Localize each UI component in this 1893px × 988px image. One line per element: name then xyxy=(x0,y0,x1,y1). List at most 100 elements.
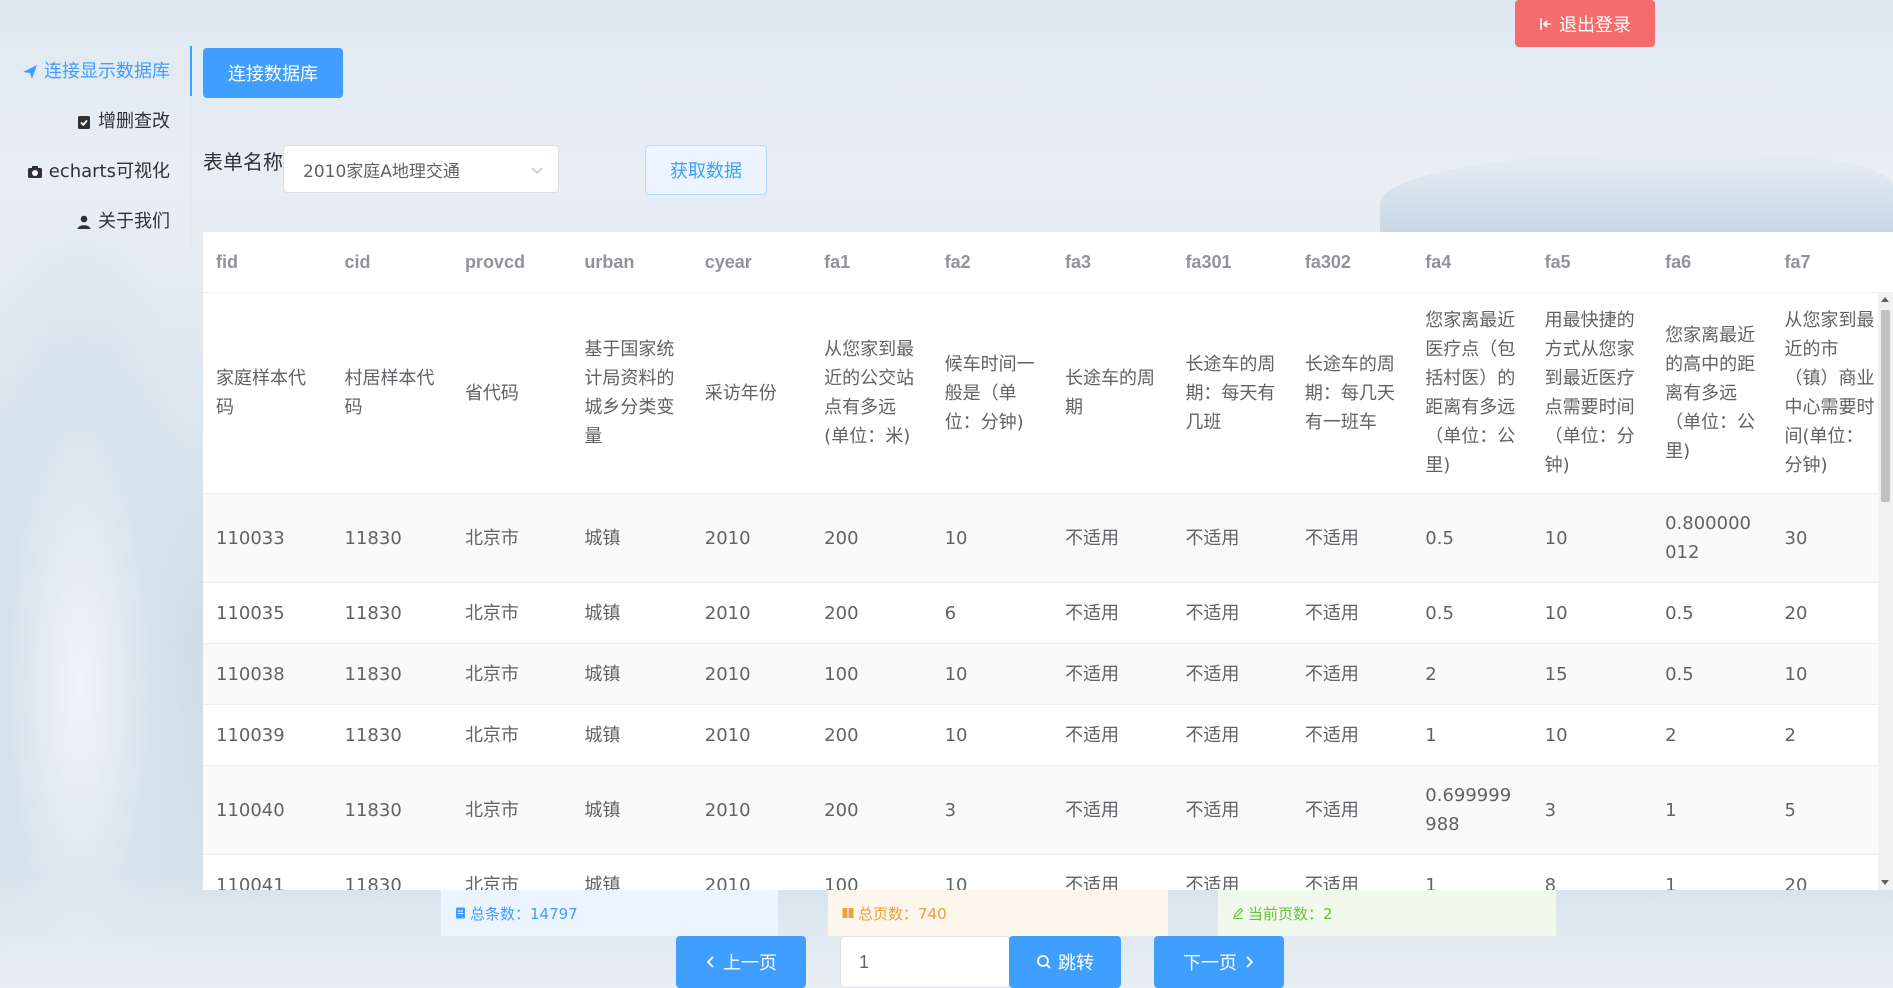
table-row[interactable]: 110038 11830 北京市 城镇 2010 100 10 不适用 不适用 … xyxy=(203,643,1893,705)
fetch-data-button[interactable]: 获取数据 xyxy=(645,145,767,195)
table-cell: 10 xyxy=(931,704,1053,766)
table-cell: 11830 xyxy=(331,704,452,766)
table-cell: 不适用 xyxy=(1052,582,1173,644)
column-header[interactable]: fa5 xyxy=(1531,232,1653,293)
jump-button[interactable]: 跳转 xyxy=(1009,936,1121,988)
book-icon xyxy=(842,908,854,918)
table-row[interactable]: 110035 11830 北京市 城镇 2010 200 6 不适用 不适用 不… xyxy=(203,582,1893,644)
table-select-value: 2010家庭A地理交通 xyxy=(303,161,460,182)
sidebar-item-label: 关于我们 xyxy=(98,211,170,232)
user-icon xyxy=(77,215,91,229)
scrollbar-thumb[interactable] xyxy=(1881,310,1890,502)
sidebar-item-label: echarts可视化 xyxy=(48,161,170,182)
column-header[interactable]: provcd xyxy=(451,232,572,293)
table-cell: 不适用 xyxy=(1052,493,1173,583)
table-cell: 10 xyxy=(1531,493,1653,583)
logout-label: 退出登录 xyxy=(1559,14,1631,36)
table-cell: 省代码 xyxy=(451,292,572,494)
table-row[interactable]: 110039 11830 北京市 城镇 2010 200 10 不适用 不适用 … xyxy=(203,704,1893,766)
connect-db-button[interactable]: 连接数据库 xyxy=(203,48,343,98)
column-header[interactable]: urban xyxy=(571,232,692,293)
column-header[interactable]: fa3 xyxy=(1052,232,1173,293)
column-header[interactable]: fid xyxy=(203,232,332,293)
table-row[interactable]: 110041 11830 北京市 城镇 2010 100 10 不适用 不适用 … xyxy=(203,854,1893,890)
table-cell: 11830 xyxy=(331,643,452,705)
table-cell: 0.5 xyxy=(1652,643,1772,705)
table-cell: 不适用 xyxy=(1291,765,1413,855)
table-cell: 北京市 xyxy=(451,854,572,890)
column-header[interactable]: fa1 xyxy=(811,232,932,293)
table-row[interactable]: 110040 11830 北京市 城镇 2010 200 3 不适用 不适用 不… xyxy=(203,765,1893,855)
table-cell: 您家离最近医疗点（包括村医）的距离有多远（单位：公里) xyxy=(1412,292,1532,494)
table-cell: 11830 xyxy=(331,854,452,890)
table-cell: 北京市 xyxy=(451,582,572,644)
column-header[interactable]: fa6 xyxy=(1652,232,1772,293)
table-cell: 11830 xyxy=(331,493,452,583)
total-records-badge: 总条数：14797 xyxy=(441,890,778,936)
table-cell: 2010 xyxy=(691,643,812,705)
table-cell: 您家离最近的高中的距离有多远（单位：公里) xyxy=(1652,292,1772,494)
column-header[interactable]: fa301 xyxy=(1172,232,1292,293)
table-cell: 不适用 xyxy=(1172,493,1292,583)
next-page-button[interactable]: 下一页 xyxy=(1154,936,1284,988)
table-cell: 10 xyxy=(931,643,1053,705)
prev-page-button[interactable]: 上一页 xyxy=(676,936,806,988)
total-pages-badge: 总页数：740 xyxy=(828,890,1168,936)
table-cell: 15 xyxy=(1531,643,1653,705)
table-cell: 2 xyxy=(1652,704,1772,766)
table-header-row: fid cid provcd urban cyear fa1 fa2 fa3 f… xyxy=(203,232,1893,293)
table-cell: 城镇 xyxy=(571,582,692,644)
table-cell: 2010 xyxy=(691,765,812,855)
table-cell: 长途车的周期 xyxy=(1052,292,1173,494)
table-cell: 0.699999988 xyxy=(1412,765,1532,855)
camera-icon xyxy=(27,166,42,178)
table-cell: 200 xyxy=(811,493,932,583)
scroll-up-arrow-icon[interactable] xyxy=(1881,297,1889,302)
table-cell: 基于国家统计局资料的城乡分类变量 xyxy=(571,292,692,494)
table-cell: 2010 xyxy=(691,854,812,890)
table-cell: 不适用 xyxy=(1172,704,1292,766)
sidebar-item-label: 增删查改 xyxy=(98,111,170,132)
column-header[interactable]: cid xyxy=(331,232,452,293)
table-cell: 10 xyxy=(931,854,1053,890)
table-cell: 不适用 xyxy=(1052,704,1173,766)
column-header[interactable]: cyear xyxy=(691,232,812,293)
total-pages-text: 总页数：740 xyxy=(858,904,947,923)
column-header[interactable]: fa302 xyxy=(1291,232,1413,293)
table-cell: 0.800000012 xyxy=(1652,493,1772,583)
column-header[interactable]: fa2 xyxy=(931,232,1053,293)
sidebar-item-crud[interactable]: 增删查改 xyxy=(76,98,170,146)
sidebar-item-label: 连接显示数据库 xyxy=(44,61,170,82)
table-cell: 2 xyxy=(1412,643,1532,705)
sidebar-nav: 连接显示数据库 增删查改 echarts可视化 关于我们 xyxy=(0,46,192,246)
table-scrollbar[interactable] xyxy=(1878,292,1893,890)
sidebar-item-connect-db[interactable]: 连接显示数据库 xyxy=(22,48,170,96)
sidebar-item-about[interactable]: 关于我们 xyxy=(76,198,170,246)
column-header[interactable]: fa7 xyxy=(1771,232,1893,293)
table-cell: 100 xyxy=(811,643,932,705)
table-row[interactable]: 110033 11830 北京市 城镇 2010 200 10 不适用 不适用 … xyxy=(203,493,1893,583)
logout-button[interactable]: 退出登录 xyxy=(1515,0,1655,47)
sidebar-item-echarts[interactable]: echarts可视化 xyxy=(27,148,170,196)
table-cell: 110035 xyxy=(203,582,332,644)
page-number-input[interactable] xyxy=(840,936,1010,988)
column-header[interactable]: fa4 xyxy=(1412,232,1532,293)
clipboard-check-icon xyxy=(78,116,90,129)
table-cell: 不适用 xyxy=(1052,765,1173,855)
table-cell: 0.5 xyxy=(1412,582,1532,644)
table-cell: 110039 xyxy=(203,704,332,766)
table-cell: 北京市 xyxy=(451,643,572,705)
table-cell: 家庭样本代码 xyxy=(203,292,332,494)
table-cell: 10 xyxy=(1771,643,1893,705)
scroll-down-arrow-icon[interactable] xyxy=(1881,880,1889,885)
table-row[interactable]: 家庭样本代码 村居样本代码 省代码 基于国家统计局资料的城乡分类变量 采访年份 … xyxy=(203,292,1893,494)
table-cell: 3 xyxy=(1531,765,1653,855)
table-cell: 10 xyxy=(1531,582,1653,644)
table-cell: 不适用 xyxy=(1172,582,1292,644)
edit-icon xyxy=(1233,907,1244,919)
table-cell: 10 xyxy=(931,493,1053,583)
chevron-right-icon xyxy=(1246,956,1254,968)
paper-plane-icon xyxy=(23,65,37,79)
table-select[interactable]: 2010家庭A地理交通 xyxy=(283,145,559,193)
table-cell: 100 xyxy=(811,854,932,890)
